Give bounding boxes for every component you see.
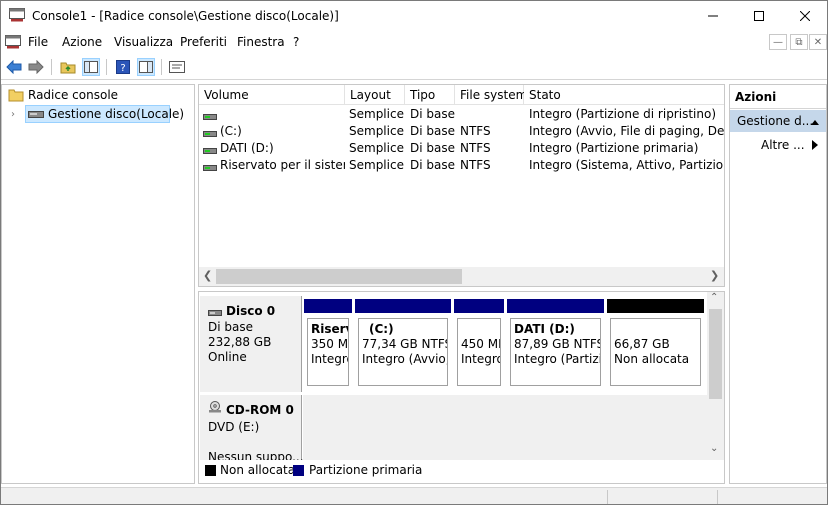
- column-header-layout[interactable]: Layout: [345, 85, 405, 105]
- menu-azione[interactable]: Azione: [62, 35, 102, 49]
- cdrom-0-name: CD-ROM 0: [226, 403, 294, 417]
- horizontal-scrollbar[interactable]: ❮ ❯: [199, 267, 724, 286]
- cdrom-empty-area: [303, 395, 707, 460]
- properties-icon[interactable]: [168, 58, 186, 76]
- actions-pane: Azioni Gestione d... Altre ...: [729, 84, 827, 484]
- status-bar: [1, 487, 827, 504]
- help-icon[interactable]: ?: [114, 58, 132, 76]
- folder-icon: [8, 88, 24, 105]
- maximize-button[interactable]: [736, 1, 782, 31]
- show-hide-action-pane-icon[interactable]: [137, 58, 155, 76]
- mdi-close-button[interactable]: ✕: [809, 34, 827, 50]
- actions-section-gestione-disco[interactable]: Gestione d...: [730, 110, 826, 132]
- scroll-left-icon[interactable]: ❮: [203, 269, 212, 282]
- actions-header: Azioni: [730, 85, 826, 109]
- collapse-up-icon[interactable]: [810, 115, 820, 129]
- volume-icon: [203, 127, 217, 141]
- menu-help[interactable]: ?: [293, 35, 299, 49]
- volume-list: Volume Layout Tipo File system Stato Sem…: [198, 84, 725, 287]
- mmc-console-icon: [9, 8, 25, 22]
- scroll-right-icon[interactable]: ❯: [710, 269, 719, 282]
- disk-0-type: Di base: [208, 320, 253, 334]
- table-row[interactable]: Riservato per il sistema Semplice Di bas…: [199, 157, 724, 174]
- menu-visualizza[interactable]: Visualizza: [114, 35, 173, 49]
- disk-0-status: Online: [208, 350, 247, 364]
- column-header-volume[interactable]: Volume: [199, 85, 345, 105]
- disk-management-icon: [28, 108, 44, 123]
- disk-0-name: Disco 0: [226, 304, 276, 318]
- menu-file[interactable]: File: [28, 35, 48, 49]
- disk-map: Disco 0 Di base 232,88 GB Online Riserv …: [198, 291, 725, 484]
- legend: Non allocata Partizione primaria: [199, 460, 724, 483]
- up-folder-icon[interactable]: [59, 58, 77, 76]
- legend-swatch-unallocated: [205, 465, 216, 476]
- menu-bar: File Azione Visualizza Preferiti Finestr…: [1, 31, 827, 53]
- column-header-tipo[interactable]: Tipo: [405, 85, 455, 105]
- partition-unallocated[interactable]: 66,87 GB Non allocata: [607, 299, 704, 389]
- partition-d[interactable]: DATI (D:) 87,89 GB NTFS Integro (Partizi…: [507, 299, 604, 389]
- console-menu-icon[interactable]: [5, 35, 21, 49]
- column-header-file-system[interactable]: File system: [455, 85, 527, 105]
- vertical-scrollbar[interactable]: ⌃ ⌄: [707, 292, 724, 460]
- menu-preferiti[interactable]: Preferiti: [180, 35, 227, 49]
- chevron-right-icon[interactable]: ›: [11, 109, 15, 120]
- cd-drive-icon: [208, 401, 222, 416]
- table-row[interactable]: (C:) Semplice Di base NTFS Integro (Avvi…: [199, 123, 724, 140]
- back-arrow-icon[interactable]: [5, 58, 23, 76]
- horizontal-scroll-thumb[interactable]: [216, 269, 462, 284]
- partition-riservato[interactable]: Riserv 350 ME Integro: [304, 299, 352, 389]
- tree-item-gestione-disco[interactable]: Gestione disco(Locale): [25, 105, 184, 123]
- disk-0-size: 232,88 GB: [208, 335, 272, 349]
- show-hide-console-tree-icon[interactable]: [82, 58, 100, 76]
- column-header-stato[interactable]: Stato: [524, 85, 724, 105]
- table-row[interactable]: Semplice Di base Integro (Partizione di …: [199, 106, 724, 123]
- close-button[interactable]: [782, 1, 827, 31]
- partition-recovery[interactable]: 450 ME Integro: [454, 299, 504, 389]
- app-window: Console1 - [Radice console\Gestione disc…: [0, 0, 828, 505]
- menu-finestra[interactable]: Finestra: [237, 35, 285, 49]
- vertical-scroll-thumb[interactable]: [709, 309, 722, 399]
- forward-arrow-icon[interactable]: [27, 58, 45, 76]
- scroll-up-icon[interactable]: ⌃: [710, 292, 718, 303]
- minimize-button[interactable]: [690, 1, 736, 31]
- legend-label-unallocated: Non allocata: [220, 463, 296, 477]
- cdrom-0-type: DVD (E:): [208, 420, 260, 434]
- tree-label-root: Radice console: [28, 88, 119, 102]
- mdi-restore-button[interactable]: ⧉: [790, 34, 808, 50]
- volume-icon: [203, 144, 217, 158]
- svg-text:?: ?: [120, 63, 125, 74]
- volume-icon: [203, 161, 217, 175]
- table-row[interactable]: DATI (D:) Semplice Di base NTFS Integro …: [199, 140, 724, 157]
- window-title: Console1 - [Radice console\Gestione disc…: [32, 9, 339, 23]
- title-bar: Console1 - [Radice console\Gestione disc…: [1, 1, 827, 31]
- disk-icon: [208, 306, 222, 320]
- legend-swatch-primary: [293, 465, 304, 476]
- console-tree: Radice console › Gestione disco(Locale): [1, 84, 195, 484]
- partition-c[interactable]: (C:) 77,34 GB NTFS Integro (Avvio,: [355, 299, 451, 389]
- cdrom-0-info[interactable]: CD-ROM 0 DVD (E:) Nessun suppo...: [200, 395, 304, 464]
- submenu-arrow-icon: [812, 139, 818, 153]
- volume-icon: [203, 110, 217, 124]
- toolbar: ?: [1, 54, 827, 80]
- tree-label-gestione-disco: Gestione disco(Locale): [48, 107, 185, 121]
- disk-0-info[interactable]: Disco 0 Di base 232,88 GB Online: [200, 296, 302, 392]
- actions-item-altre[interactable]: Altre ...: [730, 135, 826, 155]
- mdi-minimize-button[interactable]: —: [769, 34, 787, 50]
- scroll-down-icon[interactable]: ⌄: [710, 443, 718, 454]
- legend-label-primary: Partizione primaria: [309, 463, 423, 477]
